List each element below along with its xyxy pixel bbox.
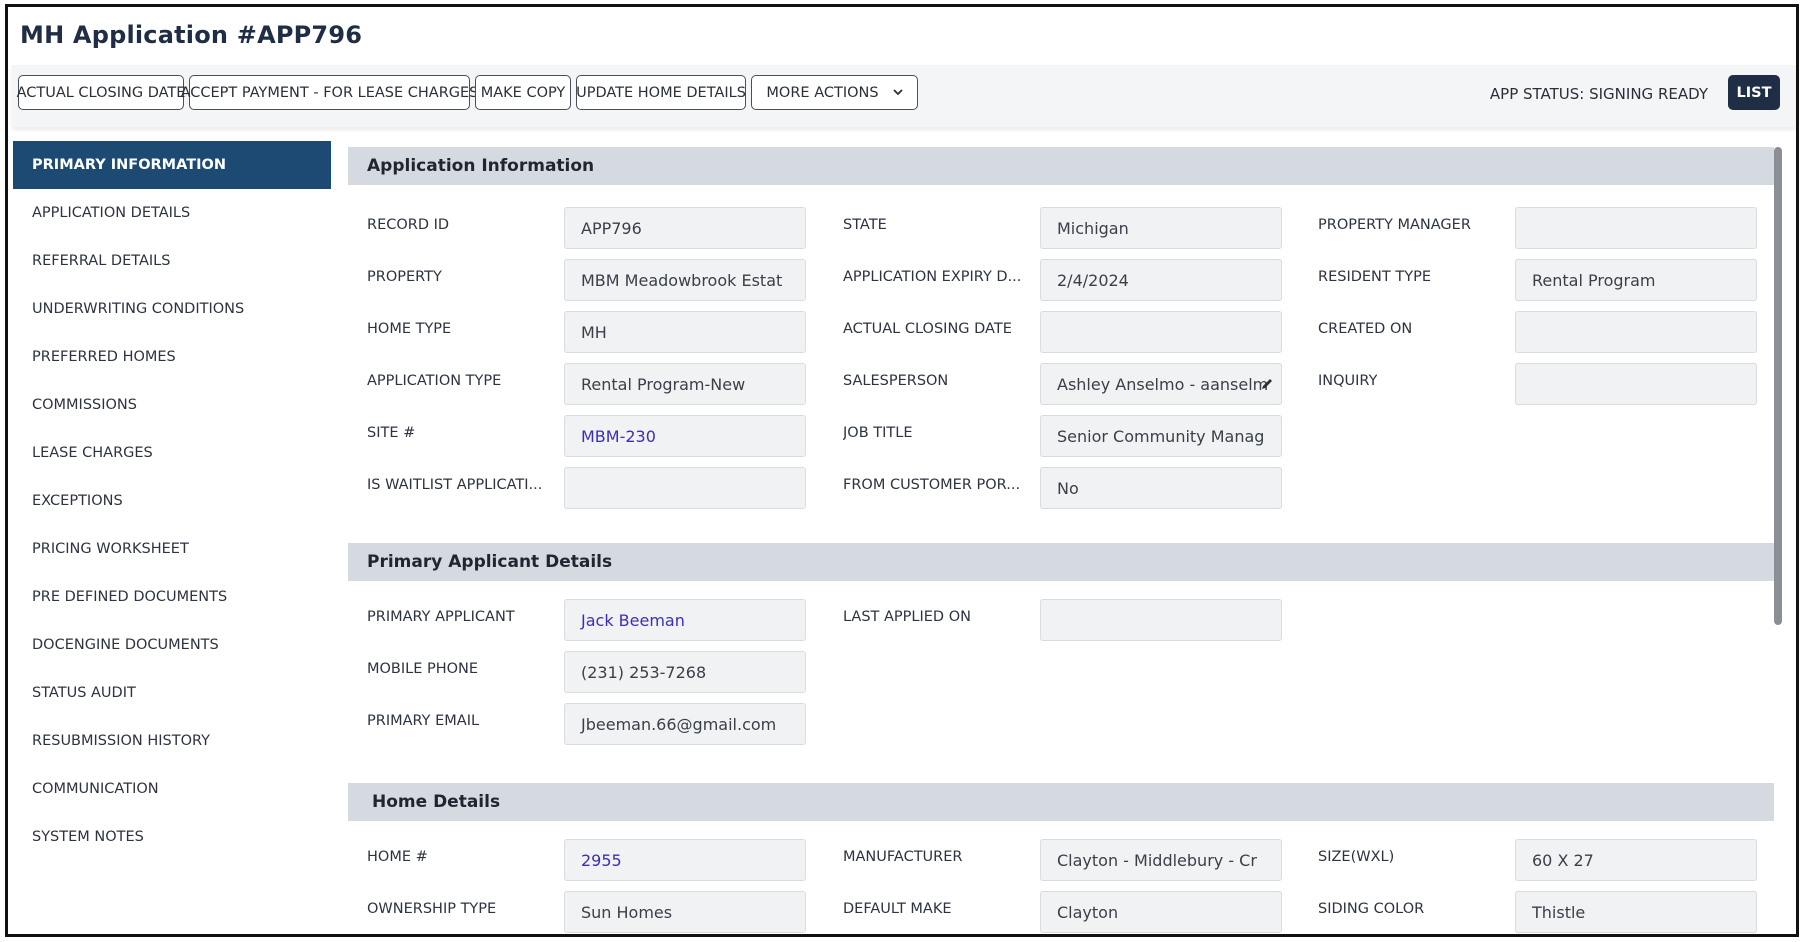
update-home-details-button[interactable]: UPDATE HOME DETAILS: [576, 75, 746, 110]
sidebar-item-underwriting-conditions[interactable]: UNDERWRITING CONDITIONS: [13, 285, 331, 333]
sidebar-item-commissions[interactable]: COMMISSIONS: [13, 381, 331, 429]
more-actions-button[interactable]: MORE ACTIONS: [751, 75, 918, 110]
is-waitlist-field[interactable]: [564, 467, 806, 509]
created-on-label: CREATED ON: [1318, 321, 1413, 337]
record-id-field[interactable]: APP796: [564, 207, 806, 249]
from-customer-portal-field[interactable]: No: [1040, 467, 1282, 509]
inquiry-label: INQUIRY: [1318, 373, 1378, 389]
sidebar-item-preferred-homes[interactable]: PREFERRED HOMES: [13, 333, 331, 381]
application-expiry-field[interactable]: 2/4/2024: [1040, 259, 1282, 301]
toolbar: ACTUAL CLOSING DATE ACCEPT PAYMENT - FOR…: [12, 65, 1796, 127]
manufacturer-label: MANUFACTURER: [843, 849, 963, 865]
main-content: Application Information RECORD ID APP796…: [348, 141, 1774, 934]
salesperson-value: Ashley Anselmo - aanselm: [1057, 374, 1269, 394]
home-number-label: HOME #: [367, 849, 428, 865]
accept-payment-button[interactable]: ACCEPT PAYMENT - FOR LEASE CHARGES: [181, 75, 478, 110]
primary-email-label: PRIMARY EMAIL: [367, 713, 480, 729]
last-applied-on-field[interactable]: [1040, 599, 1282, 641]
size-field[interactable]: 60 X 27: [1515, 839, 1757, 881]
state-label: STATE: [843, 217, 887, 233]
default-make-field[interactable]: Clayton: [1040, 891, 1282, 933]
pencil-edit-icon[interactable]: [1259, 376, 1275, 392]
sidebar-item-lease-charges[interactable]: LEASE CHARGES: [13, 429, 331, 477]
page-title: MH Application #APP796: [20, 21, 363, 49]
chevron-down-icon: [892, 89, 903, 96]
resident-type-field[interactable]: Rental Program: [1515, 259, 1757, 301]
resident-type-label: RESIDENT TYPE: [1318, 269, 1431, 285]
application-expiry-label: APPLICATION EXPIRY D...: [843, 269, 1022, 285]
sidebar-item-system-notes[interactable]: SYSTEM NOTES: [13, 813, 331, 861]
siding-color-field[interactable]: Thistle: [1515, 891, 1757, 933]
default-make-label: DEFAULT MAKE: [843, 901, 952, 917]
home-number-link[interactable]: 2955: [564, 839, 806, 881]
sidebar-item-exceptions[interactable]: EXCEPTIONS: [13, 477, 331, 525]
property-field[interactable]: MBM Meadowbrook Estat: [564, 259, 806, 301]
section-header: Application Information: [348, 147, 1774, 185]
primary-email-field[interactable]: Jbeeman.66@gmail.com: [564, 703, 806, 745]
sidebar: PRIMARY INFORMATION APPLICATION DETAILS …: [13, 141, 331, 934]
salesperson-label: SALESPERSON: [843, 373, 949, 389]
actual-closing-date-label: ACTUAL CLOSING DATE: [843, 321, 1012, 337]
section-header: Primary Applicant Details: [348, 543, 1774, 581]
site-label: SITE #: [367, 425, 416, 441]
sidebar-item-docengine-documents[interactable]: DOCENGINE DOCUMENTS: [13, 621, 331, 669]
site-link[interactable]: MBM-230: [564, 415, 806, 457]
scrollbar-thumb[interactable]: [1774, 147, 1782, 625]
is-waitlist-label: IS WAITLIST APPLICATI...: [367, 477, 543, 493]
primary-applicant-link[interactable]: Jack Beeman: [564, 599, 806, 641]
ownership-type-label: OWNERSHIP TYPE: [367, 901, 497, 917]
property-manager-field[interactable]: [1515, 207, 1757, 249]
app-status: APP STATUS: SIGNING READY: [1489, 85, 1708, 103]
sidebar-item-referral-details[interactable]: REFERRAL DETAILS: [13, 237, 331, 285]
created-on-field[interactable]: [1515, 311, 1757, 353]
mobile-phone-label: MOBILE PHONE: [367, 661, 479, 677]
sidebar-item-pre-defined-documents[interactable]: PRE DEFINED DOCUMENTS: [13, 573, 331, 621]
application-information-section: Application Information RECORD ID APP796…: [348, 147, 1774, 537]
make-copy-button[interactable]: MAKE COPY: [475, 75, 571, 110]
manufacturer-field[interactable]: Clayton - Middlebury - Cr: [1040, 839, 1282, 881]
actual-closing-date-field[interactable]: [1040, 311, 1282, 353]
home-type-field[interactable]: MH: [564, 311, 806, 353]
sidebar-item-pricing-worksheet[interactable]: PRICING WORKSHEET: [13, 525, 331, 573]
sidebar-item-resubmission-history[interactable]: RESUBMISSION HISTORY: [13, 717, 331, 765]
home-details-section: Home Details HOME # 2955 OWNERSHIP TYPE …: [348, 783, 1774, 934]
list-button[interactable]: LIST: [1728, 75, 1780, 110]
job-title-label: JOB TITLE: [843, 425, 913, 441]
record-id-label: RECORD ID: [367, 217, 450, 233]
home-type-label: HOME TYPE: [367, 321, 452, 337]
last-applied-on-label: LAST APPLIED ON: [843, 609, 971, 625]
siding-color-label: SIDING COLOR: [1318, 901, 1425, 917]
salesperson-field[interactable]: Ashley Anselmo - aanselm: [1040, 363, 1282, 405]
from-customer-portal-label: FROM CUSTOMER POR...: [843, 477, 1021, 493]
primary-applicant-section: Primary Applicant Details PRIMARY APPLIC…: [348, 543, 1774, 775]
sidebar-item-application-details[interactable]: APPLICATION DETAILS: [13, 189, 331, 237]
app-window: MH Application #APP796 ACTUAL CLOSING DA…: [5, 4, 1799, 937]
sidebar-item-communication[interactable]: COMMUNICATION: [13, 765, 331, 813]
size-label: SIZE(WXL): [1318, 849, 1395, 865]
property-manager-label: PROPERTY MANAGER: [1318, 217, 1471, 233]
primary-applicant-label: PRIMARY APPLICANT: [367, 609, 515, 625]
more-actions-label: MORE ACTIONS: [766, 84, 879, 101]
mobile-phone-field[interactable]: (231) 253-7268: [564, 651, 806, 693]
application-type-label: APPLICATION TYPE: [367, 373, 502, 389]
ownership-type-field[interactable]: Sun Homes: [564, 891, 806, 933]
sidebar-item-status-audit[interactable]: STATUS AUDIT: [13, 669, 331, 717]
application-type-field[interactable]: Rental Program-New: [564, 363, 806, 405]
property-label: PROPERTY: [367, 269, 442, 285]
title-bar: MH Application #APP796: [8, 7, 1796, 65]
sidebar-item-primary-information[interactable]: PRIMARY INFORMATION: [13, 141, 331, 189]
state-field[interactable]: Michigan: [1040, 207, 1282, 249]
inquiry-field[interactable]: [1515, 363, 1757, 405]
actual-closing-date-button[interactable]: ACTUAL CLOSING DATE: [17, 75, 185, 110]
job-title-field[interactable]: Senior Community Manag: [1040, 415, 1282, 457]
section-header: Home Details: [348, 783, 1774, 821]
